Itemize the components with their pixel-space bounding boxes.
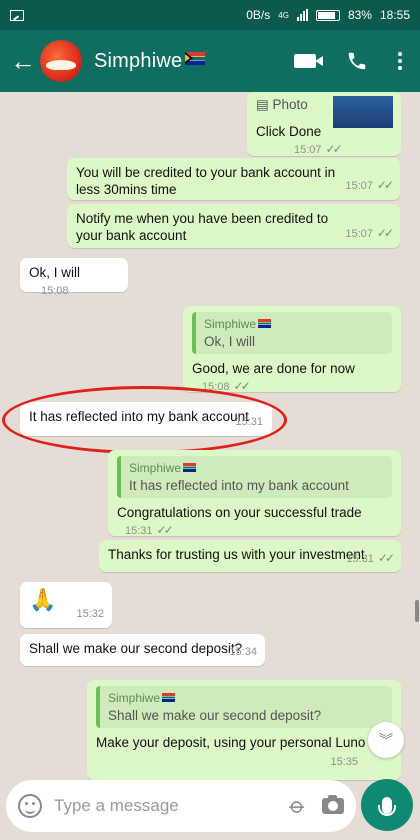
message-outgoing[interactable]: Notify me when you have been credited to…	[67, 204, 400, 248]
battery-level: 83%	[347, 8, 372, 22]
data-speed: 0B/s	[246, 8, 271, 22]
message-outgoing[interactable]: Thanks for trusting us with your investm…	[99, 540, 401, 572]
microphone-icon	[378, 796, 396, 816]
message-time: 15:07	[345, 228, 373, 240]
message-input[interactable]: Type a message	[54, 796, 291, 816]
quote-sender: Simphiwe	[204, 317, 257, 331]
emoji-icon[interactable]	[18, 794, 42, 818]
read-receipt-icon: ✓✓	[377, 551, 395, 565]
message-outgoing[interactable]: Simphiwe Ok, I will Good, we are done fo…	[183, 306, 401, 393]
south-africa-flag-icon	[183, 463, 197, 472]
video-call-icon[interactable]	[294, 54, 323, 68]
quoted-message[interactable]: Simphiwe It has reflected into my bank a…	[117, 456, 392, 498]
contact-avatar[interactable]	[40, 40, 82, 82]
contact-name: Simphiwe	[94, 49, 183, 72]
message-text: Shall we make our second deposit?	[29, 641, 243, 656]
highlight-circle-annotation	[2, 386, 287, 454]
message-time: 15:07	[345, 180, 373, 192]
scroll-to-bottom-button[interactable]: ︾	[368, 722, 404, 758]
quoted-message[interactable]: Simphiwe Shall we make our second deposi…	[96, 686, 392, 728]
message-text: Make your deposit, using your personal L…	[96, 735, 401, 750]
signal-icon	[296, 9, 308, 21]
message-text: You will be credited to your bank accoun…	[76, 165, 336, 197]
quote-text: Ok, I will	[204, 334, 256, 349]
quote-text: It has reflected into my bank account	[129, 478, 349, 493]
south-africa-flag-icon	[258, 319, 272, 328]
message-text: Ok, I will	[29, 265, 81, 280]
message-outgoing[interactable]: Simphiwe Shall we make our second deposi…	[87, 680, 401, 780]
read-receipt-icon: ✓✓	[156, 523, 174, 537]
chat-header: ← Simphiwe	[0, 30, 420, 92]
message-incoming[interactable]: Ok, I will 15:08	[20, 258, 128, 297]
more-options-icon[interactable]	[398, 52, 402, 70]
quote-sender: Simphiwe	[108, 691, 161, 705]
message-text: Click Done	[256, 124, 322, 139]
message-time: 15:08	[41, 285, 69, 297]
praying-hands-emoji: 🙏	[29, 587, 57, 612]
camera-icon[interactable]	[322, 795, 344, 814]
message-time: 15:32	[76, 608, 104, 620]
back-arrow-icon[interactable]: ←	[10, 46, 36, 77]
message-text: Congratulations on your successful trade	[117, 505, 362, 520]
quote-text: Shall we make our second deposit?	[108, 708, 322, 723]
status-bar: 0B/s 4G 83% 18:55	[0, 0, 420, 30]
read-receipt-icon: ✓✓	[376, 178, 394, 192]
message-time: 15:07	[294, 144, 322, 156]
scrollbar[interactable]	[415, 600, 419, 622]
south-africa-flag-icon	[162, 693, 176, 702]
message-incoming[interactable]: Shall we make our second deposit? 15:34	[20, 634, 265, 666]
message-time: 15:35	[330, 756, 358, 768]
message-text: Good, we are done for now	[192, 361, 355, 376]
message-text: Notify me when you have been credited to…	[76, 211, 329, 243]
quote-sender: Simphiwe	[129, 461, 182, 475]
voice-message-button[interactable]	[361, 779, 413, 831]
message-incoming[interactable]: 🙏 15:32	[20, 582, 112, 628]
contact-name-area[interactable]: Simphiwe	[94, 49, 206, 73]
message-time: 15:31	[346, 553, 374, 565]
message-outgoing[interactable]: You will be credited to your bank accoun…	[67, 158, 400, 200]
message-time: 15:31	[125, 525, 153, 537]
message-outgoing[interactable]: Simphiwe It has reflected into my bank a…	[108, 450, 401, 537]
read-receipt-icon: ✓✓	[233, 379, 251, 393]
battery-icon	[315, 9, 340, 21]
message-time: 15:34	[229, 646, 257, 658]
photo-thumbnail[interactable]	[333, 96, 393, 128]
south-africa-flag-icon	[185, 51, 206, 65]
clock: 18:55	[379, 8, 410, 22]
read-receipt-icon: ✓✓	[325, 142, 343, 156]
message-composer: Type a message ⌀	[6, 780, 356, 832]
message-text: Thanks for trusting us with your investm…	[108, 547, 365, 562]
quoted-message[interactable]: Simphiwe Ok, I will	[192, 312, 392, 354]
read-receipt-icon: ✓✓	[376, 226, 394, 240]
voice-call-icon[interactable]	[346, 50, 368, 72]
screenshot-icon	[10, 9, 24, 21]
network-type: 4G	[278, 10, 289, 20]
